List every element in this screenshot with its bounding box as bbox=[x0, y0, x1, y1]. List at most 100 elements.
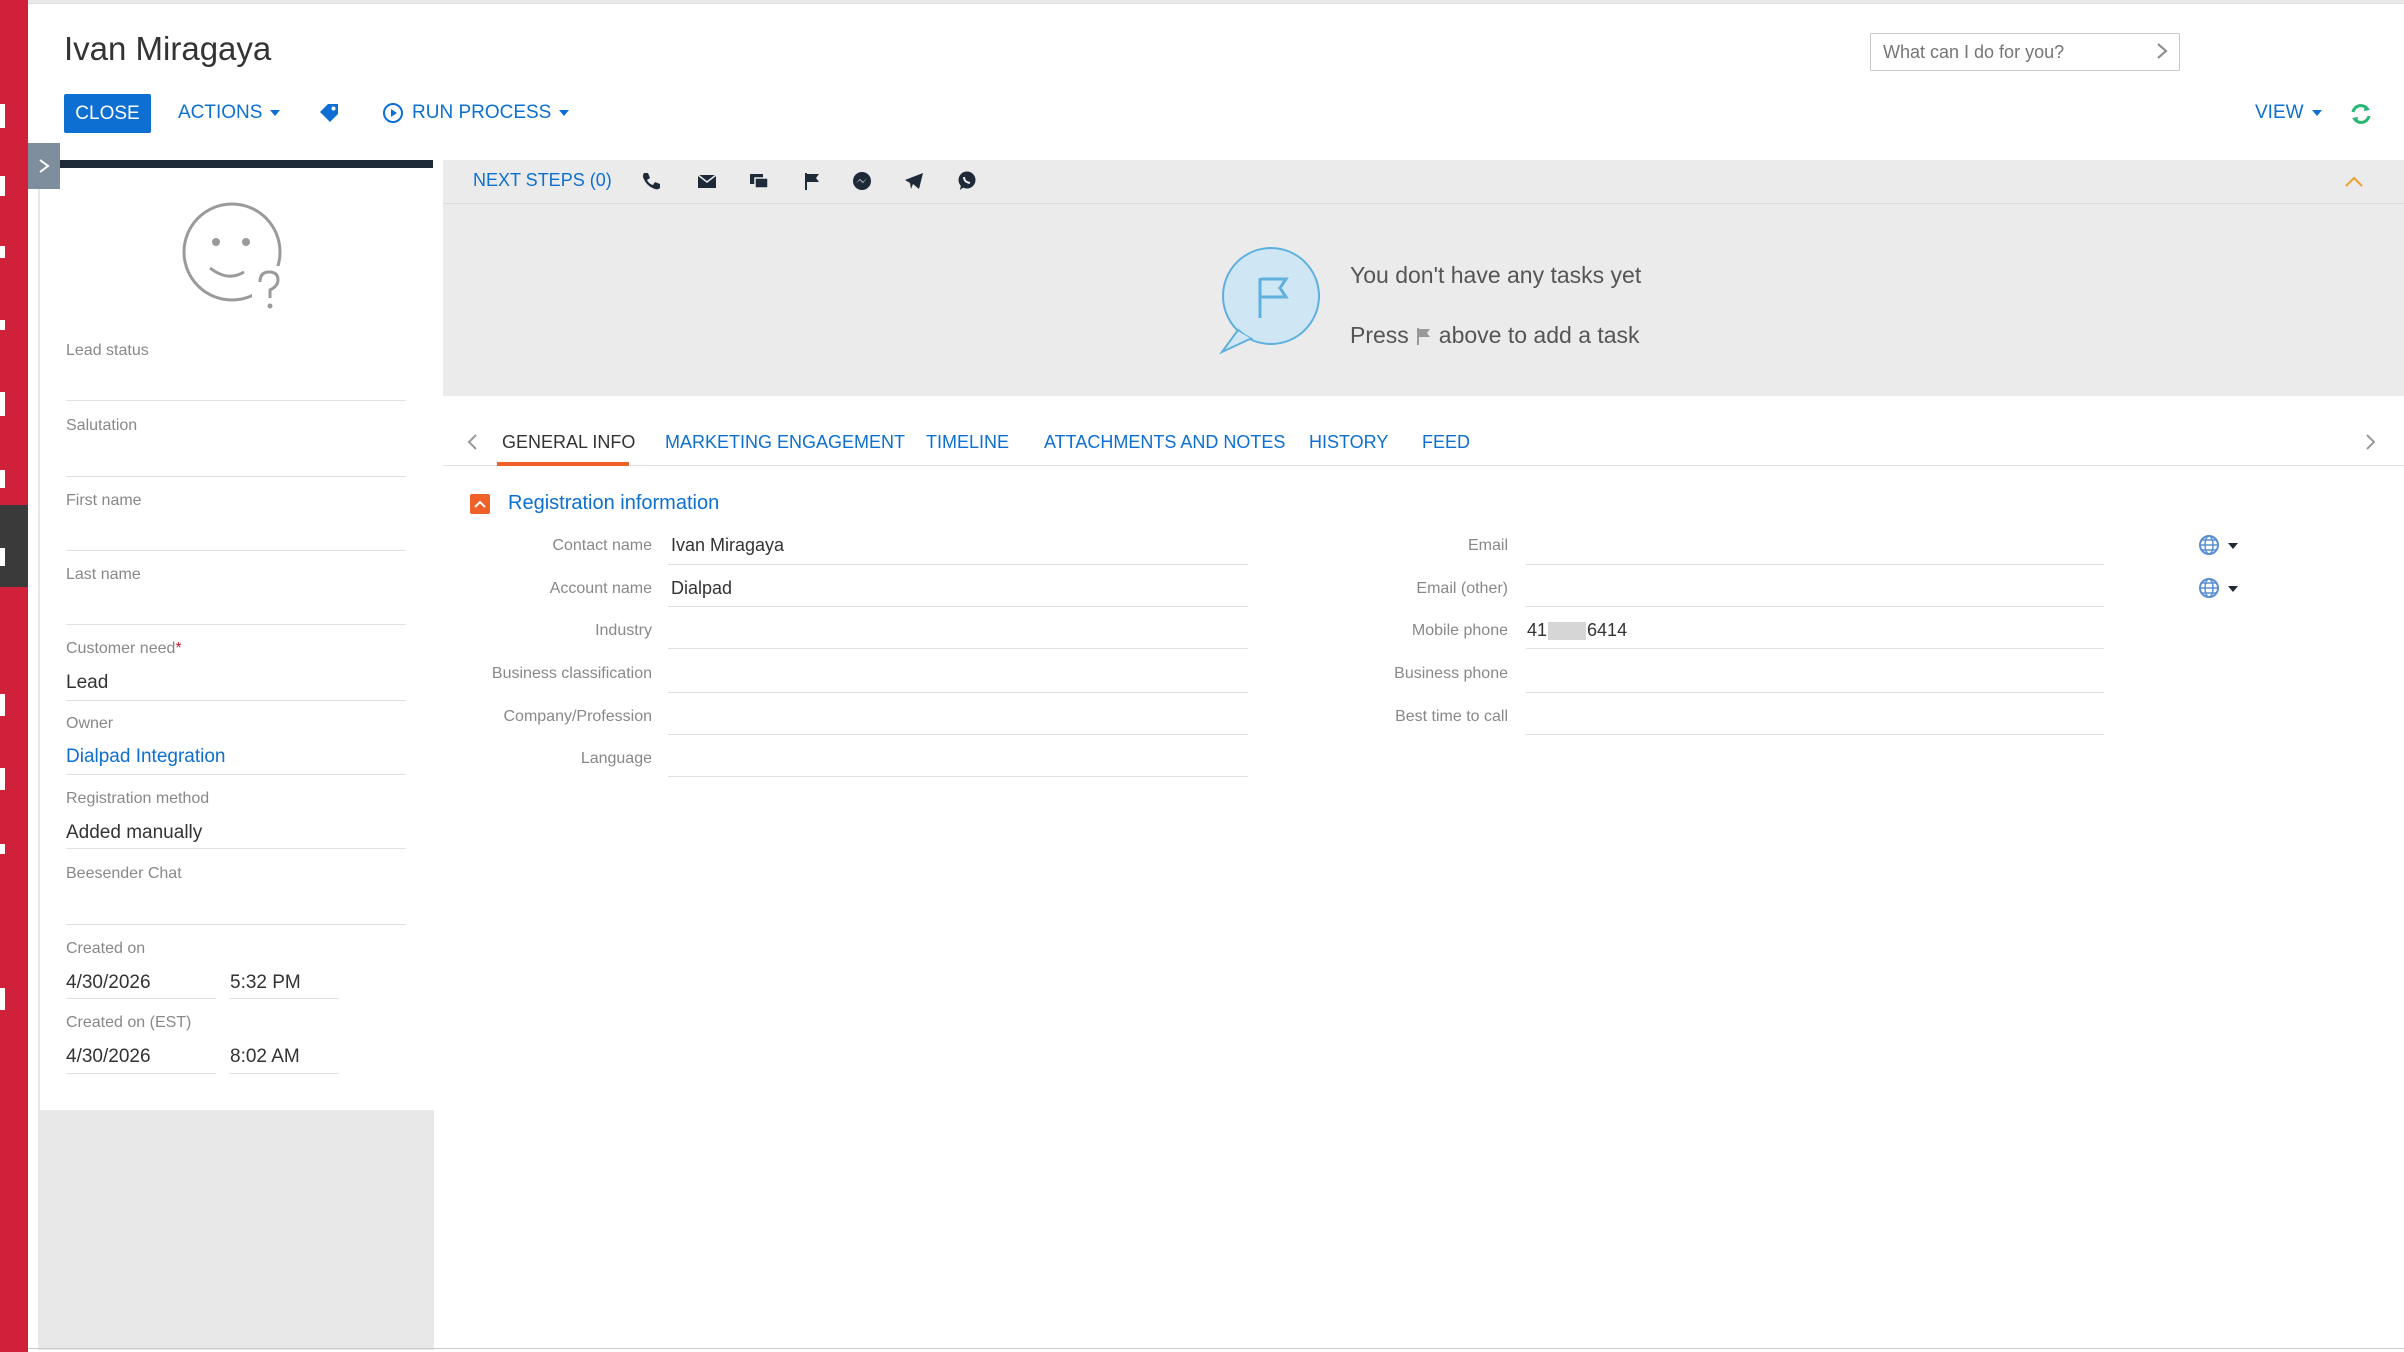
nav-item-icon[interactable] bbox=[0, 246, 5, 258]
nav-active-indicator bbox=[0, 505, 28, 587]
play-circle-icon bbox=[383, 103, 403, 123]
business-classification-label: Business classification bbox=[491, 665, 652, 682]
nav-item-icon[interactable] bbox=[0, 392, 5, 416]
chevron-right-icon bbox=[39, 159, 50, 173]
registration-method-label: Registration method bbox=[66, 790, 210, 807]
add-task-hint-after: above to add a task bbox=[1438, 322, 1640, 348]
caret-down-icon bbox=[2228, 586, 2238, 592]
chevron-right-icon[interactable] bbox=[2364, 432, 2378, 452]
contact-name-value[interactable]: Ivan Miragaya bbox=[671, 535, 784, 556]
speech-bubble-flag-icon bbox=[1218, 247, 1320, 355]
tab-general-info[interactable]: GENERAL INFO bbox=[502, 432, 635, 453]
salutation-field[interactable] bbox=[66, 476, 406, 477]
refresh-icon[interactable] bbox=[2348, 101, 2374, 132]
tab-history[interactable]: HISTORY bbox=[1309, 432, 1388, 453]
created-on-date: 4/30/2026 bbox=[66, 972, 151, 993]
owner-label: Owner bbox=[66, 715, 114, 732]
command-search-input[interactable] bbox=[1871, 34, 2141, 70]
next-steps-header bbox=[443, 160, 2404, 204]
email-icon[interactable] bbox=[696, 170, 718, 192]
window-top-border bbox=[28, 0, 2404, 4]
first-name-label: First name bbox=[66, 492, 142, 509]
mobile-phone-value[interactable]: 41 6414 bbox=[1527, 620, 1627, 641]
next-steps-title[interactable]: NEXT STEPS (0) bbox=[473, 170, 612, 191]
actions-dropdown[interactable]: ACTIONS bbox=[178, 102, 281, 124]
panel-toggle-button[interactable] bbox=[28, 143, 60, 189]
globe-icon bbox=[2199, 578, 2219, 598]
lead-status-field[interactable] bbox=[66, 400, 406, 401]
company-profession-field[interactable] bbox=[668, 734, 1248, 735]
no-tasks-message: You don't have any tasks yet bbox=[1350, 262, 1642, 288]
registration-method-value[interactable]: Added manually bbox=[66, 822, 202, 844]
owner-link[interactable]: Dialpad Integration bbox=[66, 746, 226, 768]
email-other-type-dropdown[interactable] bbox=[2198, 577, 2238, 601]
view-dropdown[interactable]: VIEW bbox=[2255, 102, 2322, 124]
owner-underline bbox=[66, 774, 406, 775]
nav-item-icon[interactable] bbox=[0, 548, 5, 566]
nav-item-icon[interactable] bbox=[0, 470, 5, 488]
best-time-to-call-field[interactable] bbox=[1526, 734, 2104, 735]
language-field[interactable] bbox=[668, 776, 1248, 777]
business-phone-field[interactable] bbox=[1526, 692, 2104, 693]
beesender-chat-field[interactable] bbox=[66, 924, 406, 925]
best-time-to-call-label: Best time to call bbox=[1395, 708, 1508, 725]
telegram-icon[interactable] bbox=[903, 170, 925, 192]
run-process-dropdown[interactable]: RUN PROCESS bbox=[382, 102, 570, 124]
contact-name-underline bbox=[668, 564, 1248, 565]
avatar[interactable] bbox=[180, 200, 290, 312]
created-on-time: 5:32 PM bbox=[230, 972, 301, 993]
created-on-est-time: 8:02 AM bbox=[230, 1046, 300, 1067]
nav-item-icon[interactable] bbox=[0, 768, 5, 790]
caret-down-icon bbox=[2228, 543, 2238, 549]
email-field[interactable] bbox=[1526, 564, 2104, 565]
whatsapp-icon[interactable] bbox=[956, 170, 978, 192]
first-name-field[interactable] bbox=[66, 550, 406, 551]
mobile-phone-prefix: 41 bbox=[1527, 620, 1548, 640]
chat-icon[interactable] bbox=[748, 170, 770, 192]
nav-item-icon[interactable] bbox=[0, 320, 5, 330]
command-search-box[interactable] bbox=[1870, 33, 2180, 71]
industry-field[interactable] bbox=[668, 648, 1248, 649]
mobile-phone-underline bbox=[1526, 648, 2104, 649]
customer-need-label-text: Customer need bbox=[66, 640, 176, 657]
beesender-chat-label: Beesender Chat bbox=[66, 865, 182, 882]
section-collapse-button[interactable] bbox=[470, 494, 490, 514]
chevron-left-icon[interactable] bbox=[465, 432, 479, 452]
nav-item-icon[interactable] bbox=[0, 176, 5, 196]
nav-item-icon[interactable] bbox=[0, 988, 5, 1010]
created-on-est-label: Created on (EST) bbox=[66, 1014, 192, 1031]
nav-item-icon[interactable] bbox=[0, 844, 5, 854]
messenger-icon[interactable] bbox=[851, 170, 873, 192]
section-title[interactable]: Registration information bbox=[508, 492, 719, 515]
caret-down-icon bbox=[559, 110, 570, 116]
window-bottom-border bbox=[28, 1348, 2404, 1352]
tab-attachments-and-notes[interactable]: ATTACHMENTS AND NOTES bbox=[1044, 432, 1285, 453]
created-on-label: Created on bbox=[66, 940, 146, 957]
created-on-est-date: 4/30/2026 bbox=[66, 1046, 151, 1067]
email-label: Email bbox=[1467, 537, 1508, 554]
account-name-label: Account name bbox=[549, 580, 652, 597]
close-button[interactable]: CLOSE bbox=[64, 94, 151, 133]
tag-icon[interactable] bbox=[318, 102, 340, 129]
last-name-field[interactable] bbox=[66, 624, 406, 625]
globe-icon bbox=[2199, 535, 2219, 555]
active-tab-indicator bbox=[497, 462, 629, 466]
actions-label: ACTIONS bbox=[178, 102, 263, 123]
tab-marketing-engagement[interactable]: MARKETING ENGAGEMENT bbox=[665, 432, 905, 453]
account-name-value[interactable]: Dialpad bbox=[671, 578, 732, 599]
tab-feed[interactable]: FEED bbox=[1422, 432, 1470, 453]
menu-icon[interactable] bbox=[0, 104, 5, 128]
flag-icon[interactable] bbox=[801, 170, 823, 192]
email-other-label: Email (other) bbox=[1416, 580, 1508, 597]
tab-timeline[interactable]: TIMELINE bbox=[926, 432, 1009, 453]
email-type-dropdown[interactable] bbox=[2198, 534, 2238, 558]
chevron-right-icon[interactable] bbox=[2155, 42, 2169, 60]
chevron-up-icon[interactable] bbox=[2344, 176, 2364, 188]
email-other-field[interactable] bbox=[1526, 606, 2104, 607]
business-phone-label: Business phone bbox=[1394, 665, 1508, 682]
nav-item-icon[interactable] bbox=[0, 694, 5, 716]
view-label: VIEW bbox=[2255, 102, 2304, 123]
customer-need-value[interactable]: Lead bbox=[66, 672, 108, 694]
business-classification-field[interactable] bbox=[668, 692, 1248, 693]
phone-icon[interactable] bbox=[640, 170, 662, 192]
